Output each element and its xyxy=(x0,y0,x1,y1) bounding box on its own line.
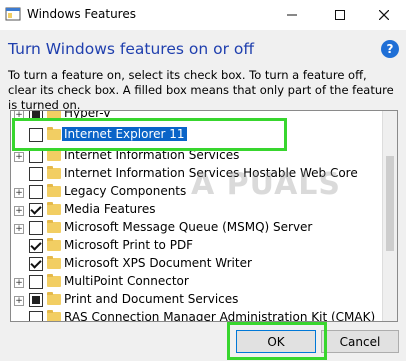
feature-checkbox[interactable] xyxy=(29,293,43,307)
minimize-button[interactable] xyxy=(270,0,314,30)
highlight-box-internet-explorer xyxy=(12,118,287,151)
folder-icon xyxy=(47,292,61,305)
window-title: Windows Features xyxy=(27,7,136,21)
feature-row[interactable]: Microsoft Print to PDF xyxy=(11,237,381,255)
expand-icon[interactable]: + xyxy=(14,188,24,198)
feature-row[interactable]: + MultiPoint Connector xyxy=(11,273,381,291)
feature-label: Legacy Components xyxy=(64,184,187,198)
highlight-box-ok xyxy=(227,322,327,360)
expand-icon[interactable]: + xyxy=(14,206,24,216)
instructions-text: To turn a feature on, select its check b… xyxy=(8,68,394,112)
folder-icon xyxy=(47,220,61,233)
close-button[interactable] xyxy=(362,0,406,30)
expand-icon[interactable]: + xyxy=(14,296,24,306)
cancel-button[interactable]: Cancel xyxy=(321,330,399,353)
feature-checkbox[interactable] xyxy=(29,221,43,235)
close-icon xyxy=(379,10,389,20)
feature-checkbox[interactable] xyxy=(29,203,43,217)
watermark: A PUALS xyxy=(191,167,342,202)
feature-label: Microsoft Print to PDF xyxy=(64,238,194,252)
feature-label: Microsoft Message Queue (MSMQ) Server xyxy=(64,220,313,234)
feature-checkbox[interactable] xyxy=(29,311,43,321)
dialog-heading: Turn Windows features on or off xyxy=(8,40,255,58)
help-icon[interactable]: ? xyxy=(381,40,399,58)
vertical-scrollbar[interactable] xyxy=(382,111,397,321)
feature-label: Microsoft XPS Document Writer xyxy=(64,256,252,270)
feature-label: MultiPoint Connector xyxy=(64,274,189,288)
feature-label: RAS Connection Manager Administration Ki… xyxy=(64,310,376,322)
folder-icon xyxy=(47,256,61,269)
feature-row[interactable]: + Media Features xyxy=(11,201,381,219)
expand-icon[interactable]: + xyxy=(14,278,24,288)
windows-features-icon xyxy=(5,7,21,21)
feature-checkbox[interactable] xyxy=(29,149,43,163)
folder-icon xyxy=(47,166,61,179)
folder-icon xyxy=(47,310,61,321)
feature-row[interactable]: + Microsoft Message Queue (MSMQ) Server xyxy=(11,219,381,237)
feature-label: Print and Document Services xyxy=(64,292,239,306)
feature-row[interactable]: + Print and Document Services xyxy=(11,291,381,309)
maximize-icon xyxy=(335,10,345,20)
title-bar: Windows Features xyxy=(0,0,406,30)
feature-checkbox[interactable] xyxy=(29,167,43,181)
feature-checkbox[interactable] xyxy=(29,275,43,289)
scrollbar-thumb[interactable] xyxy=(386,156,394,251)
expand-icon[interactable]: + xyxy=(14,152,24,162)
feature-label: Media Features xyxy=(64,202,156,216)
minimize-icon xyxy=(287,14,297,16)
feature-checkbox[interactable] xyxy=(29,239,43,253)
feature-checkbox[interactable] xyxy=(29,185,43,199)
feature-row[interactable]: Microsoft XPS Document Writer xyxy=(11,255,381,273)
maximize-button[interactable] xyxy=(318,0,362,30)
feature-row[interactable]: RAS Connection Manager Administration Ki… xyxy=(11,309,381,322)
expand-icon[interactable]: + xyxy=(14,224,24,234)
folder-icon xyxy=(47,238,61,251)
folder-icon xyxy=(47,184,61,197)
folder-icon xyxy=(47,274,61,287)
folder-icon xyxy=(47,148,61,161)
folder-icon xyxy=(47,202,61,215)
feature-checkbox[interactable] xyxy=(29,257,43,271)
